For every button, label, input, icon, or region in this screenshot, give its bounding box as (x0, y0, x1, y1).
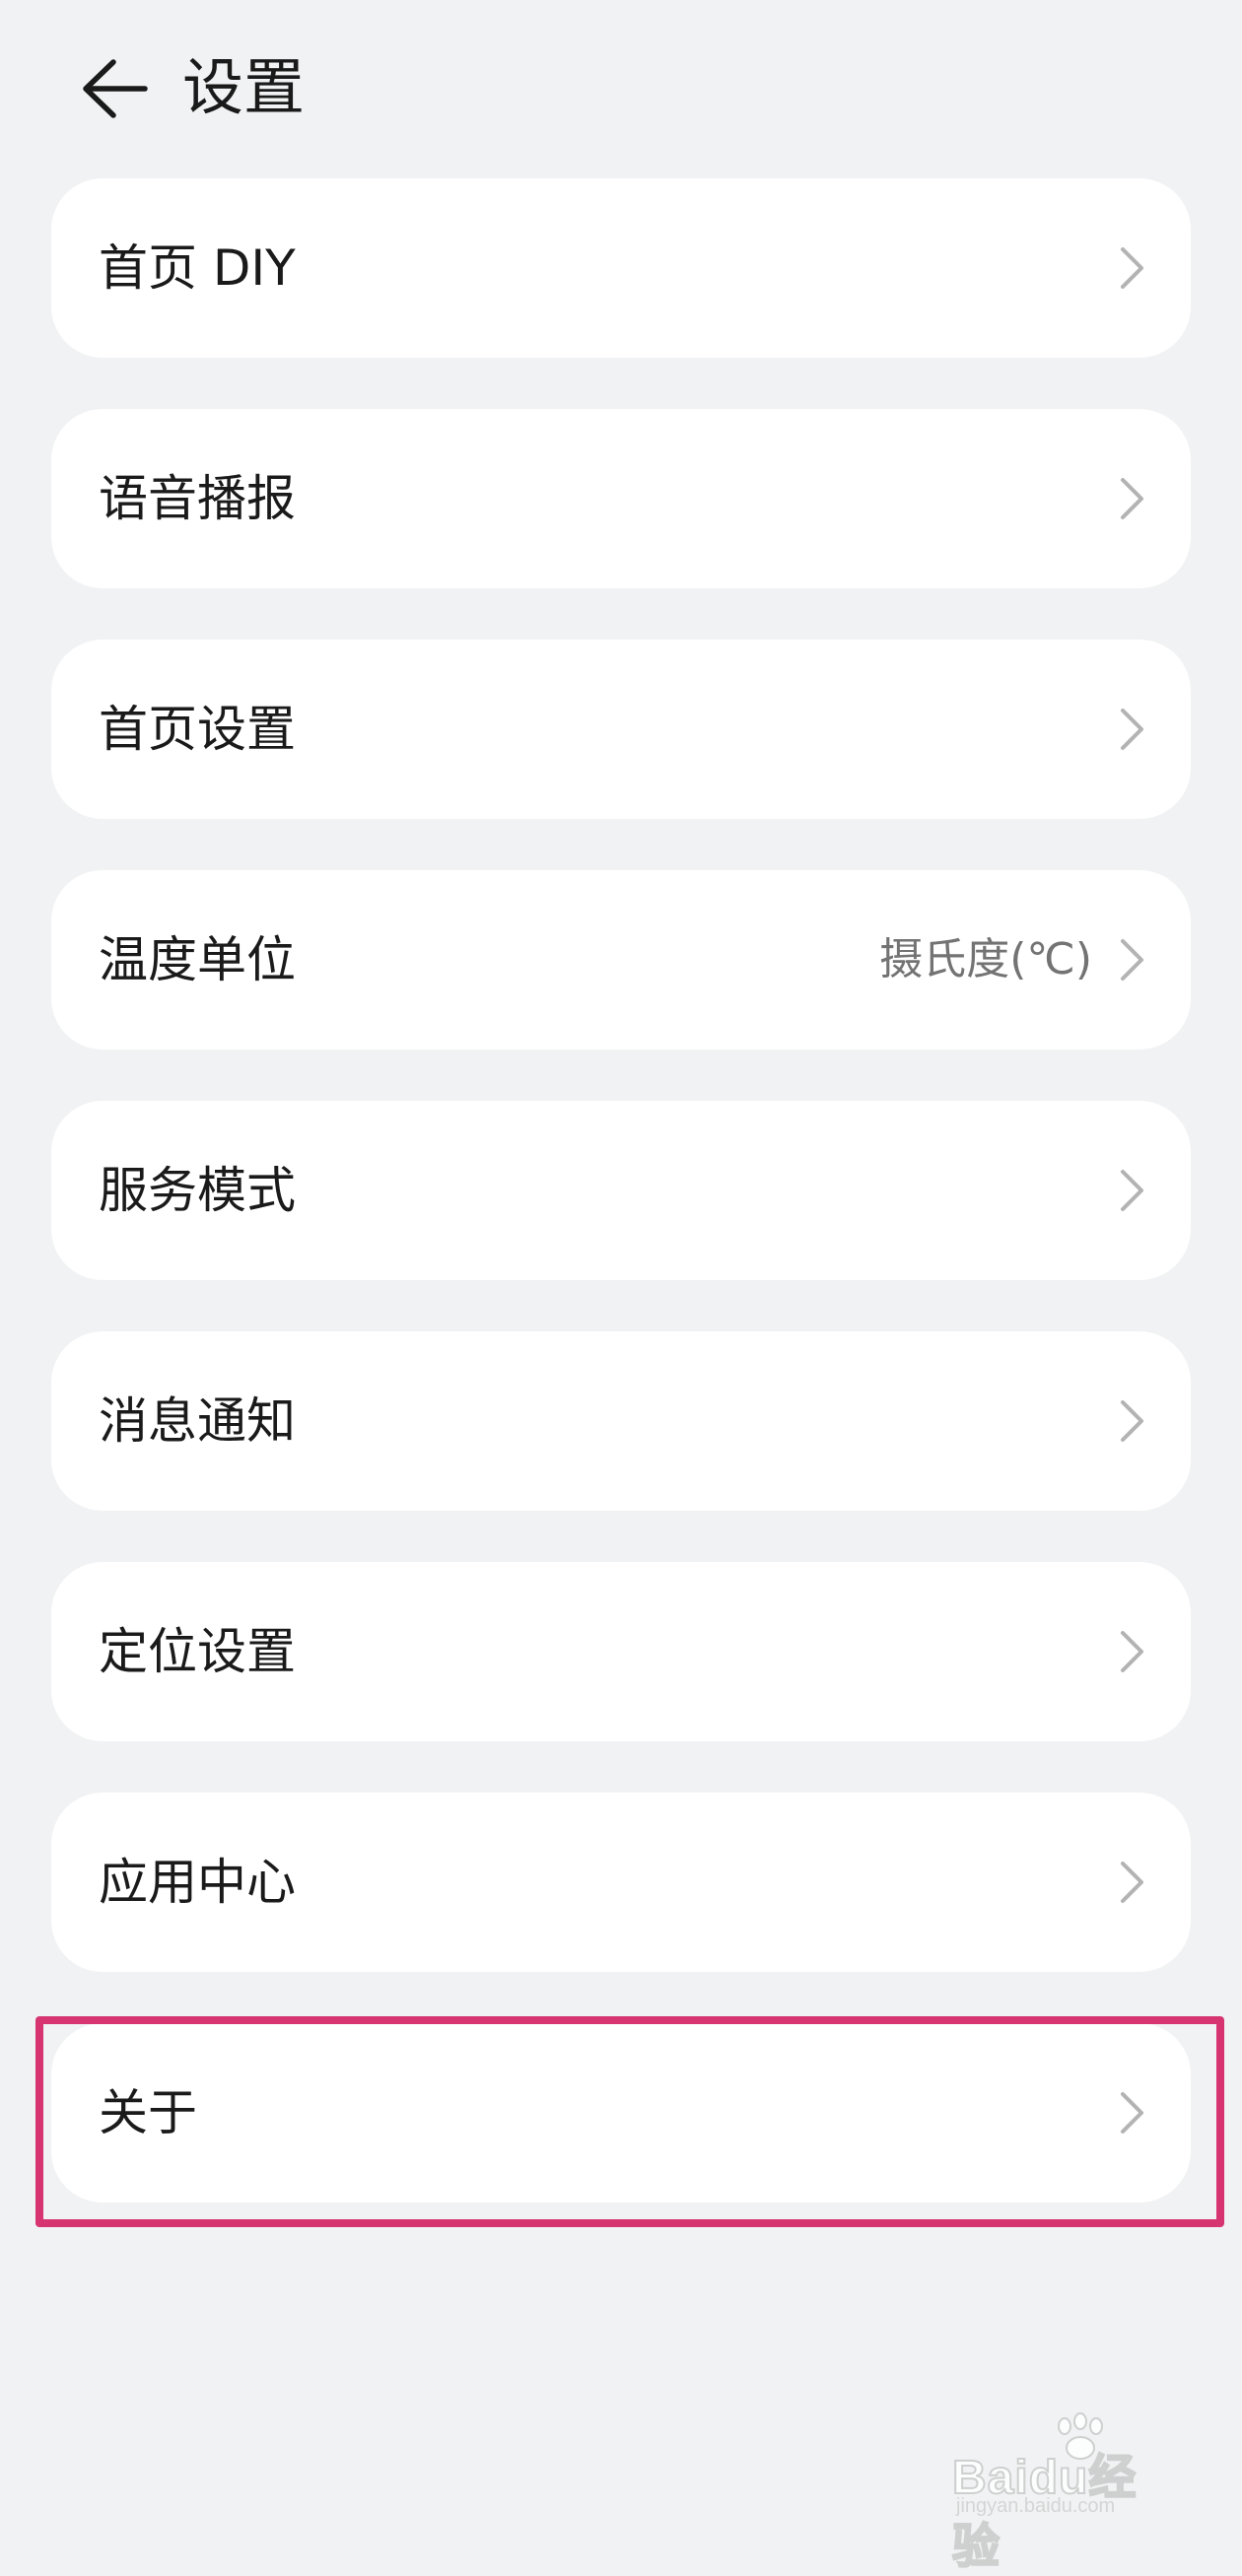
chevron-right-icon (1121, 478, 1143, 519)
settings-item-home-diy[interactable]: 首页 DIY (51, 178, 1191, 358)
settings-item-location-settings[interactable]: 定位设置 (51, 1562, 1191, 1741)
settings-item-about[interactable]: 关于 (51, 2023, 1191, 2203)
settings-item-label: 定位设置 (99, 1623, 296, 1680)
baidu-jingyan-watermark: Baidu经验 jingyan.baidu.com (951, 2412, 1185, 2574)
chevron-right-icon (1121, 1170, 1143, 1211)
settings-item-label: 首页 DIY (99, 239, 296, 297)
settings-item-label: 首页设置 (99, 701, 296, 758)
chevron-right-icon (1121, 1862, 1143, 1903)
settings-item-home-settings[interactable]: 首页设置 (51, 640, 1191, 819)
settings-item-notifications[interactable]: 消息通知 (51, 1331, 1191, 1511)
chevron-right-icon (1121, 247, 1143, 289)
settings-item-label: 服务模式 (99, 1162, 296, 1219)
chevron-right-icon (1121, 709, 1143, 750)
settings-item-app-center[interactable]: 应用中心 (51, 1793, 1191, 1972)
settings-item-temperature-unit[interactable]: 温度单位 摄氏度(℃) (51, 870, 1191, 1050)
temperature-unit-value: 摄氏度(℃) (879, 934, 1092, 984)
page-title: 设置 (182, 51, 306, 123)
settings-item-label: 消息通知 (99, 1392, 296, 1450)
watermark-domain: jingyan.baidu.com (956, 2495, 1116, 2517)
settings-item-label: 应用中心 (99, 1854, 296, 1911)
chevron-right-icon (1121, 2092, 1143, 2134)
settings-item-service-mode[interactable]: 服务模式 (51, 1101, 1191, 1280)
chevron-right-icon (1121, 1631, 1143, 1672)
chevron-right-icon (1121, 939, 1143, 981)
top-bar: 设置 (0, 0, 1242, 172)
settings-item-label: 语音播报 (99, 470, 296, 527)
settings-item-label: 关于 (99, 2084, 197, 2141)
back-button[interactable] (65, 39, 164, 138)
chevron-right-icon (1121, 1400, 1143, 1442)
settings-item-voice-broadcast[interactable]: 语音播报 (51, 409, 1191, 588)
arrow-left-icon (83, 59, 148, 118)
settings-item-label: 温度单位 (99, 931, 296, 988)
